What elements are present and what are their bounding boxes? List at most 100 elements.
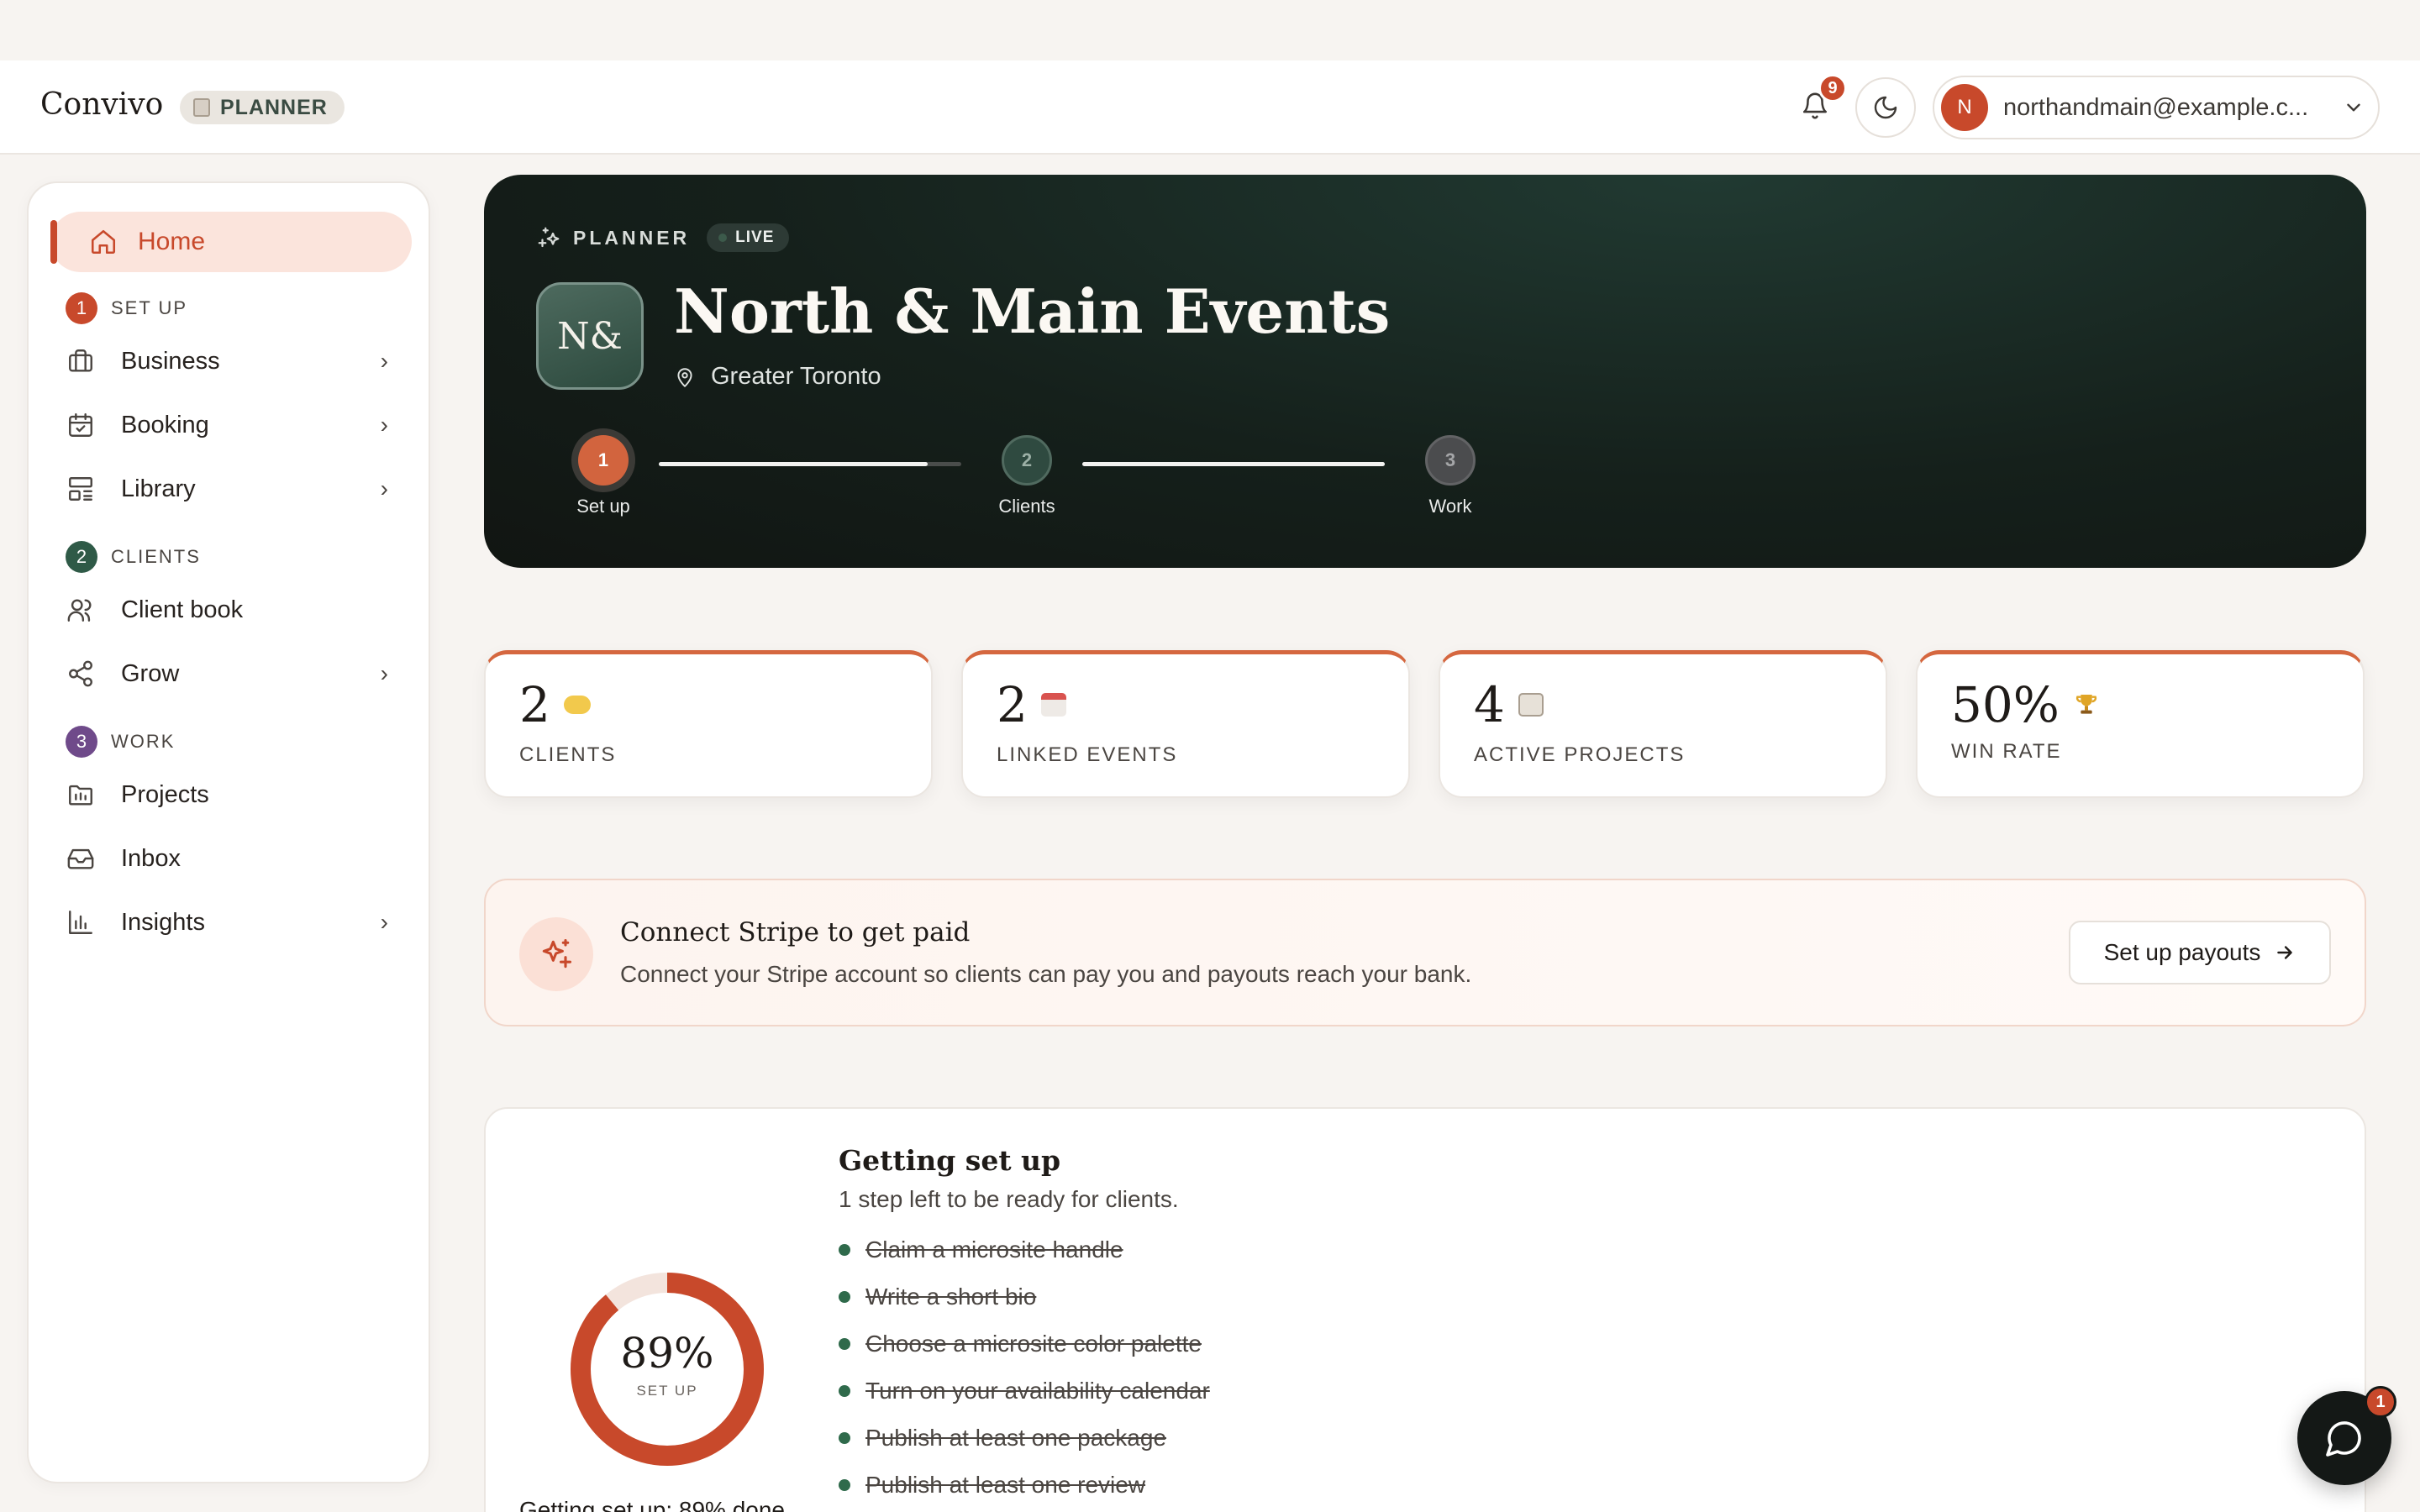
progress-fill-clients bbox=[1082, 462, 1385, 466]
home-icon bbox=[91, 229, 116, 255]
checklist-item[interactable]: Turn on your availability calendar bbox=[839, 1378, 1210, 1404]
status-badge: LIVE bbox=[707, 223, 790, 252]
chevron-right-icon: › bbox=[380, 475, 388, 501]
step-work[interactable]: 3 Work bbox=[1392, 435, 1509, 517]
chevron-right-icon: › bbox=[380, 348, 388, 374]
step-number: 1 bbox=[578, 435, 629, 486]
sidebar-item-business[interactable]: Business › bbox=[66, 336, 402, 386]
checklist-item-label: Claim a microsite handle bbox=[865, 1236, 1123, 1263]
stat-label: WIN RATE bbox=[1951, 740, 2062, 763]
briefcase-icon bbox=[66, 346, 96, 376]
folder-icon bbox=[66, 780, 96, 810]
step-label: Set up bbox=[576, 496, 630, 517]
checklist-item-label: Publish at least one package bbox=[865, 1425, 1167, 1451]
hero-eyebrow-label: PLANNER bbox=[573, 226, 691, 249]
setup-percent: 89% bbox=[620, 1329, 714, 1378]
checklist-item[interactable]: Publish at least one review bbox=[839, 1472, 1145, 1499]
chat-badge: 1 bbox=[2365, 1386, 2396, 1418]
checklist-item[interactable]: Write a short bio bbox=[839, 1284, 1036, 1310]
sidebar-item-label: Inbox bbox=[121, 844, 181, 872]
theme-toggle-button[interactable] bbox=[1855, 77, 1916, 138]
sidebar-item-projects[interactable]: Projects bbox=[66, 769, 402, 820]
stat-card-clients[interactable]: 2 CLIENTS bbox=[484, 650, 933, 798]
done-dot bbox=[839, 1479, 850, 1491]
notifications-badge: 9 bbox=[1818, 74, 1847, 102]
stripe-connect-banner: Connect Stripe to get paid Connect your … bbox=[484, 879, 2366, 1026]
step-setup[interactable]: 1 Set up bbox=[544, 435, 662, 517]
step-clients[interactable]: 2 Clients bbox=[968, 435, 1086, 517]
sidebar-item-label: Projects bbox=[121, 780, 209, 808]
stripe-banner-title: Connect Stripe to get paid bbox=[620, 917, 971, 948]
checklist-item-label: Write a short bio bbox=[865, 1284, 1037, 1310]
business-name: North & Main Events bbox=[674, 276, 1391, 347]
layout-icon bbox=[66, 474, 96, 504]
step-number: 2 bbox=[1002, 435, 1052, 486]
role-badge-label: PLANNER bbox=[220, 95, 328, 119]
calendar-icon bbox=[66, 410, 96, 440]
app-logo[interactable]: Convivo bbox=[40, 87, 163, 122]
sparkles-icon bbox=[519, 917, 593, 991]
sidebar-item-booking[interactable]: Booking › bbox=[66, 400, 402, 450]
stat-value: 50% bbox=[1951, 676, 2060, 733]
section-setup-header: 1 SET UP bbox=[66, 292, 187, 324]
section-title: CLIENTS bbox=[111, 546, 201, 567]
checklist-item[interactable]: Claim a microsite handle bbox=[839, 1236, 1123, 1263]
sidebar-item-grow[interactable]: Grow › bbox=[66, 648, 402, 699]
section-clients-header: 2 CLIENTS bbox=[66, 541, 201, 573]
location-label: Greater Toronto bbox=[711, 363, 881, 390]
set-up-payouts-button[interactable]: Set up payouts bbox=[2069, 921, 2331, 984]
section-title: SET UP bbox=[111, 297, 188, 318]
sidebar-item-insights[interactable]: Insights › bbox=[66, 897, 402, 948]
inbox-icon bbox=[66, 843, 96, 874]
done-dot bbox=[839, 1432, 850, 1444]
user-email: northandmain@example.c... bbox=[2003, 93, 2309, 121]
stat-label: ACTIVE PROJECTS bbox=[1474, 743, 1686, 766]
checklist-item[interactable]: Choose a microsite color palette bbox=[839, 1331, 1202, 1357]
setup-title: Getting set up bbox=[839, 1144, 1061, 1177]
status-badge-label: LIVE bbox=[735, 228, 775, 246]
sidebar-item-label: Client book bbox=[121, 596, 244, 623]
clipboard-icon bbox=[1518, 693, 1544, 717]
setup-subtitle: 1 step left to be ready for clients. bbox=[839, 1186, 1179, 1212]
window-top-strip bbox=[0, 0, 2420, 60]
sparkles-icon bbox=[538, 227, 560, 248]
map-pin-icon bbox=[677, 367, 692, 387]
sidebar-item-home[interactable]: Home bbox=[50, 212, 412, 272]
clipboard-icon bbox=[193, 98, 210, 117]
stat-label: CLIENTS bbox=[519, 743, 617, 766]
getting-set-up-card: 89% SET UP Getting set up: 89% done Gett… bbox=[484, 1107, 2366, 1512]
checklist-item-label: Choose a microsite color palette bbox=[865, 1331, 1202, 1357]
section-title: WORK bbox=[111, 731, 176, 752]
stat-value: 2 bbox=[997, 676, 1028, 733]
status-dot bbox=[718, 234, 728, 242]
sidebar-item-client-book[interactable]: Client book bbox=[66, 585, 402, 635]
bar-chart-icon bbox=[66, 907, 96, 937]
sidebar-item-label: Home bbox=[138, 228, 206, 255]
calendar-icon bbox=[1040, 693, 1066, 717]
business-hero-card: PLANNER LIVE N& North & Main Events Grea… bbox=[484, 175, 2366, 568]
sidebar-item-label: Booking bbox=[121, 411, 209, 438]
sidebar: Home 1 SET UP Business › Booking › Libra… bbox=[27, 181, 430, 1483]
checklist-item-label: Publish at least one review bbox=[865, 1472, 1146, 1498]
checklist-item[interactable]: Publish at least one package bbox=[839, 1425, 1166, 1452]
chevron-down-icon bbox=[2347, 103, 2360, 112]
business-location: Greater Toronto bbox=[674, 363, 881, 391]
stat-card-linked-events[interactable]: 2 LINKED EVENTS bbox=[961, 650, 1410, 798]
active-indicator bbox=[50, 220, 57, 264]
stat-card-active-projects[interactable]: 4 ACTIVE PROJECTS bbox=[1439, 650, 1887, 798]
sidebar-item-label: Grow bbox=[121, 659, 180, 687]
chevron-right-icon: › bbox=[380, 412, 388, 438]
sidebar-item-inbox[interactable]: Inbox bbox=[66, 833, 402, 884]
arrow-right-icon bbox=[2277, 946, 2293, 959]
handshake-icon bbox=[563, 696, 591, 714]
stat-card-win-rate[interactable]: 50% WIN RATE bbox=[1916, 650, 2365, 798]
share-icon bbox=[66, 659, 96, 689]
stripe-banner-subtitle: Connect your Stripe account so clients c… bbox=[620, 961, 1472, 987]
done-dot bbox=[839, 1385, 850, 1397]
user-menu-button[interactable]: N northandmain@example.c... bbox=[1933, 76, 2380, 139]
sidebar-item-library[interactable]: Library › bbox=[66, 464, 402, 514]
trophy-icon bbox=[2075, 695, 2097, 714]
done-dot bbox=[839, 1291, 850, 1303]
chevron-right-icon: › bbox=[380, 660, 388, 686]
done-dot bbox=[839, 1244, 850, 1256]
